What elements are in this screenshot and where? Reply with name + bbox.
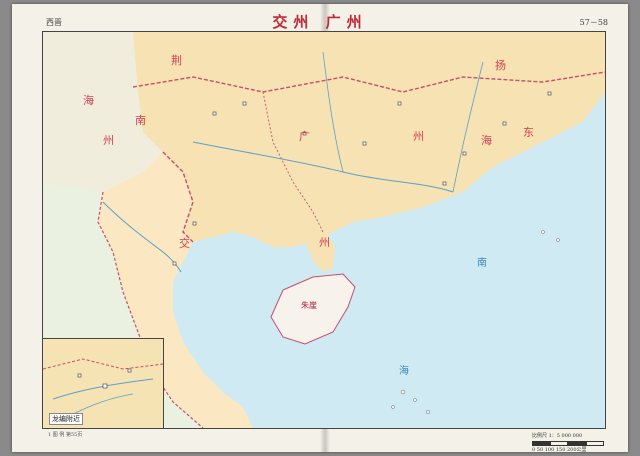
islet (425, 409, 431, 415)
inset-title: 龙编附近 (49, 413, 83, 425)
region-label: 南 (135, 114, 146, 127)
islet (413, 398, 417, 402)
islet (541, 230, 545, 234)
footer-note: 1 图 例 第55页 (48, 432, 83, 438)
region-label: 荆 (171, 54, 182, 67)
sea-label: 南 (477, 258, 487, 269)
scale-ticks: 0 50 100 150 200公里 (532, 447, 587, 453)
region-label: 交 (179, 237, 190, 250)
region-label: 朱崖 (301, 301, 317, 310)
page-numbers: 57－58 (579, 18, 608, 27)
region-label: 海 (481, 134, 492, 147)
region-label: 扬 (495, 59, 506, 72)
islet (391, 405, 395, 409)
atlas-page: 西晋 交州 广州 57－58 州 交 广 州 荆 扬 州 南 朱崖 海 东 海 … (12, 4, 628, 453)
sea-label: 海 (399, 366, 409, 377)
region-label: 海 (83, 94, 94, 107)
region-label: 州 (103, 134, 114, 147)
islet (400, 389, 406, 395)
guangzhou-land (133, 32, 605, 247)
region-label: 东 (523, 126, 534, 139)
region-label: 广 (299, 130, 310, 143)
map-frame[interactable]: 州 交 广 州 荆 扬 州 南 朱崖 海 东 海 南 海 龙编附近 (42, 31, 606, 429)
scale-label: 比例尺 1：5 000 000 (532, 433, 583, 439)
inset-map[interactable]: 龙编附近 (43, 338, 164, 428)
region-label: 州 (319, 236, 330, 249)
islet (556, 238, 560, 242)
region-label: 州 (413, 130, 424, 143)
scale-bar: 比例尺 1：5 000 000 0 50 100 150 200公里 (532, 432, 604, 453)
map-title: 交州 广州 (272, 13, 368, 31)
